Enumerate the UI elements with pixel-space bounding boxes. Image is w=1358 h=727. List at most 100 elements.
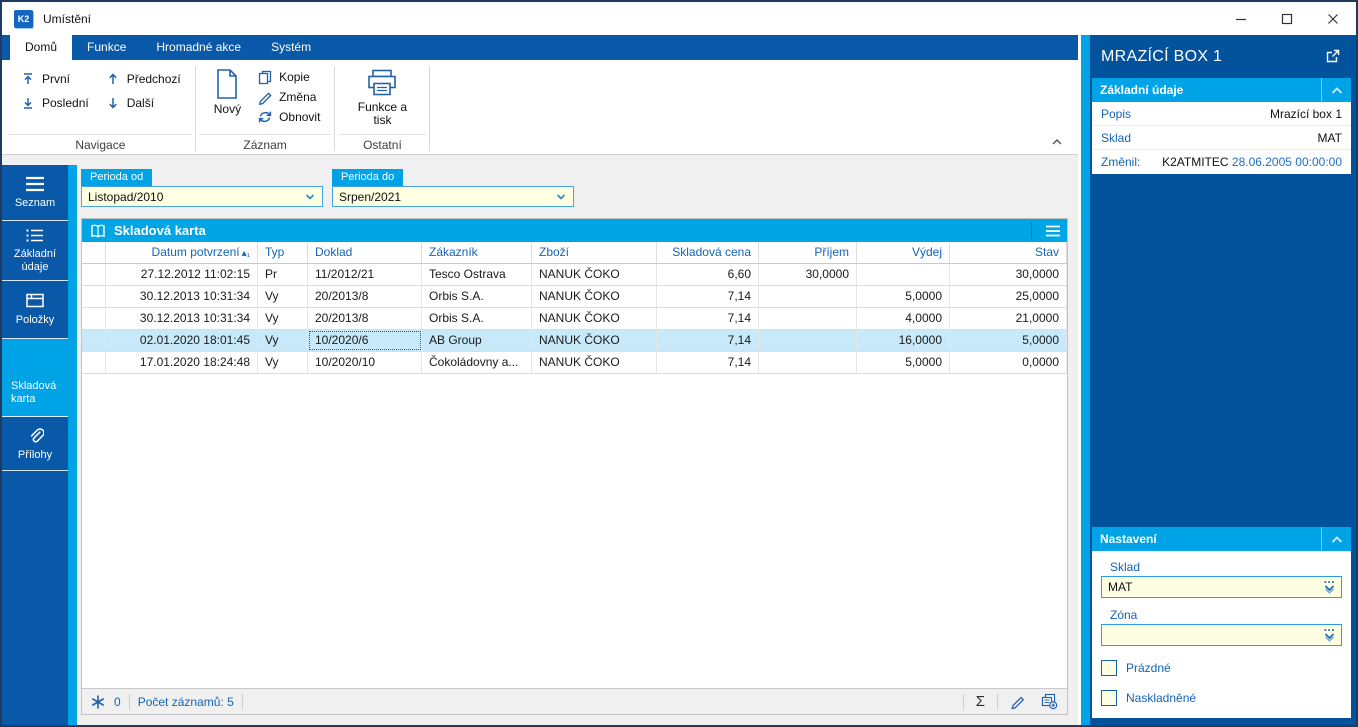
table-cell[interactable]: 7,14 <box>657 352 759 373</box>
table-cell[interactable]: 20/2013/8 <box>308 308 422 329</box>
sklad-combo-input[interactable]: MAT <box>1101 576 1342 598</box>
refresh-button[interactable]: Obnovit <box>251 107 326 127</box>
first-button[interactable]: První <box>14 69 95 89</box>
table-cell[interactable]: NANUK ČOKO <box>532 264 657 285</box>
sidebar-item-skladova-karta[interactable]: Skladová karta <box>2 339 68 417</box>
table-cell[interactable]: Tesco Ostrava <box>422 264 532 285</box>
sum-button[interactable]: Σ <box>972 693 989 710</box>
table-cell[interactable]: Pr <box>258 264 308 285</box>
table-cell[interactable]: Vy <box>258 330 308 351</box>
column-header-3[interactable]: Doklad <box>308 242 422 263</box>
last-button[interactable]: Poslední <box>14 93 95 113</box>
column-header-8[interactable]: Výdej <box>857 242 950 263</box>
table-menu-button[interactable] <box>1039 219 1067 242</box>
table-cell[interactable]: 5,0000 <box>857 286 950 307</box>
row-selector-cell[interactable] <box>82 330 106 351</box>
table-cell[interactable]: 17.01.2020 18:24:48 <box>106 352 258 373</box>
row-selector-cell[interactable] <box>82 286 106 307</box>
table-cell[interactable]: 20/2013/8 <box>308 286 422 307</box>
table-cell[interactable] <box>857 264 950 285</box>
open-in-window-button[interactable] <box>1324 48 1341 65</box>
table-cell[interactable]: AB Group <box>422 330 532 351</box>
column-header-5[interactable]: Zboží <box>532 242 657 263</box>
table-cell[interactable]: 16,0000 <box>857 330 950 351</box>
table-cell[interactable]: 21,0000 <box>950 308 1067 329</box>
column-header-9[interactable]: Stav <box>950 242 1067 263</box>
table-cell[interactable]: Vy <box>258 308 308 329</box>
table-cell[interactable]: 30.12.2013 10:31:34 <box>106 308 258 329</box>
table-cell[interactable]: 02.01.2020 18:01:45 <box>106 330 258 351</box>
table-cell[interactable]: Orbis S.A. <box>422 286 532 307</box>
column-header-4[interactable]: Zákazník <box>422 242 532 263</box>
tab-domu[interactable]: Domů <box>10 35 72 60</box>
table-cell[interactable]: 5,0000 <box>857 352 950 373</box>
tab-system[interactable]: Systém <box>256 35 326 60</box>
table-row[interactable]: 27.12.2012 11:02:15Pr11/2012/21Tesco Ost… <box>82 264 1067 286</box>
table-row[interactable]: 17.01.2020 18:24:48Vy10/2020/10Čokoládov… <box>82 352 1067 374</box>
checkbox-prazdne[interactable]: Prázdné <box>1101 660 1342 676</box>
row-selector-cell[interactable] <box>82 308 106 329</box>
table-cell[interactable]: NANUK ČOKO <box>532 286 657 307</box>
table-cell[interactable]: 7,14 <box>657 308 759 329</box>
column-header-7[interactable]: Příjem <box>759 242 857 263</box>
table-cell[interactable] <box>759 352 857 373</box>
table-cell[interactable]: 30,0000 <box>950 264 1067 285</box>
checkbox-box[interactable] <box>1101 690 1117 706</box>
table-cell[interactable]: 7,14 <box>657 286 759 307</box>
chevron-down-icon[interactable] <box>553 189 569 205</box>
table-row[interactable]: 30.12.2013 10:31:34Vy20/2013/8Orbis S.A.… <box>82 286 1067 308</box>
maximize-button[interactable] <box>1264 2 1310 35</box>
table-cell[interactable]: Orbis S.A. <box>422 308 532 329</box>
table-cell[interactable]: 10/2020/10 <box>308 352 422 373</box>
row-selector-cell[interactable] <box>82 264 106 285</box>
collapse-section-button[interactable] <box>1321 527 1351 551</box>
table-cell[interactable]: 5,0000 <box>950 330 1067 351</box>
previous-button[interactable]: Předchozí <box>99 69 187 89</box>
table-cell[interactable]: 0,0000 <box>950 352 1067 373</box>
edit-button[interactable] <box>1006 693 1029 710</box>
table-cell[interactable]: 30.12.2013 10:31:34 <box>106 286 258 307</box>
table-cell[interactable]: 6,60 <box>657 264 759 285</box>
tab-funkce[interactable]: Funkce <box>72 35 141 60</box>
table-cell[interactable]: 11/2012/21 <box>308 264 422 285</box>
table-cell[interactable]: 30,0000 <box>759 264 857 285</box>
sidebar-item-prilohy[interactable]: Přílohy <box>2 417 68 471</box>
sidebar-item-polozky[interactable]: Položky <box>2 281 68 339</box>
lookup-dropdown-icon[interactable] <box>1321 579 1338 595</box>
table-cell[interactable]: NANUK ČOKO <box>532 352 657 373</box>
table-cell[interactable]: 10/2020/6 <box>308 330 422 351</box>
row-selector-cell[interactable] <box>82 352 106 373</box>
close-button[interactable] <box>1310 2 1356 35</box>
table-cell[interactable]: 7,14 <box>657 330 759 351</box>
table-cell[interactable]: NANUK ČOKO <box>532 330 657 351</box>
new-button[interactable]: Nový <box>204 67 251 134</box>
copy-button[interactable]: Kopie <box>251 67 326 87</box>
next-button[interactable]: Další <box>99 93 187 113</box>
checkbox-box[interactable] <box>1101 660 1117 676</box>
minimize-button[interactable] <box>1218 2 1264 35</box>
sidebar-item-seznam[interactable]: Seznam <box>2 165 68 221</box>
table-cell[interactable]: 25,0000 <box>950 286 1067 307</box>
column-header-0[interactable] <box>82 242 106 263</box>
table-cell[interactable]: 4,0000 <box>857 308 950 329</box>
table-cell[interactable]: Čokoládovny a... <box>422 352 532 373</box>
table-row[interactable]: 02.01.2020 18:01:45Vy10/2020/6AB GroupNA… <box>82 330 1067 352</box>
collapse-ribbon-button[interactable] <box>1050 136 1064 146</box>
table-cell[interactable]: 27.12.2012 11:02:15 <box>106 264 258 285</box>
change-button[interactable]: Změna <box>251 87 326 107</box>
column-header-2[interactable]: Typ <box>258 242 308 263</box>
asterisk-filter-icon[interactable] <box>90 694 106 710</box>
table-cell[interactable]: Vy <box>258 352 308 373</box>
lookup-dropdown-icon[interactable] <box>1321 627 1338 643</box>
table-cell[interactable] <box>759 308 857 329</box>
table-row[interactable]: 30.12.2013 10:31:34Vy20/2013/8Orbis S.A.… <box>82 308 1067 330</box>
period-to-input[interactable]: Srpen/2021 <box>332 186 574 207</box>
tab-hromadne-akce[interactable]: Hromadné akce <box>141 35 256 60</box>
column-header-6[interactable]: Skladová cena <box>657 242 759 263</box>
new-window-copy-button[interactable] <box>1037 693 1061 710</box>
zona-combo-input[interactable] <box>1101 624 1342 646</box>
column-header-1[interactable]: Datum potvrzení▴₁ <box>106 242 258 263</box>
collapse-section-button[interactable] <box>1321 78 1351 102</box>
table-cell[interactable] <box>759 330 857 351</box>
period-from-input[interactable]: Listopad/2010 <box>81 186 323 207</box>
